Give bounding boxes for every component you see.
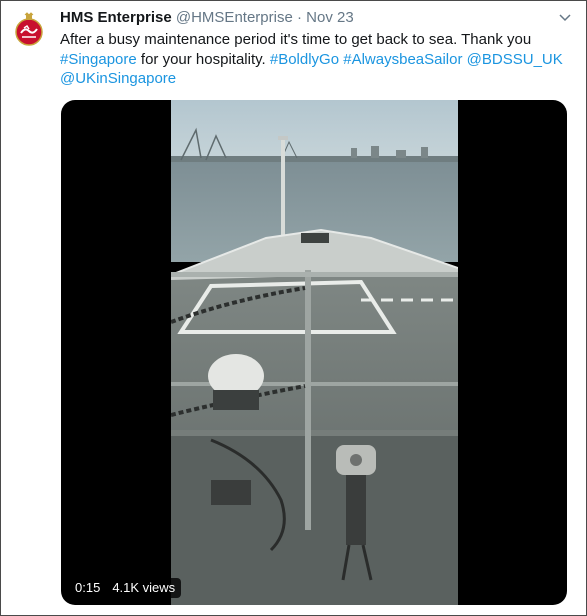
mention-ukinsingapore[interactable]: @UKinSingapore <box>60 70 176 87</box>
tweet-text-mid: for your hospitality. <box>136 50 270 68</box>
hashtag-boldlygo[interactable]: #BoldlyGo <box>270 51 339 68</box>
video-view-count: 4.1K views <box>112 580 176 595</box>
user-handle[interactable]: @HMSEnterprise <box>176 9 293 26</box>
tweet-text: After a busy maintenance period it's tim… <box>60 30 575 89</box>
tweet-text-line1: After a busy maintenance period it's tim… <box>60 31 532 48</box>
hashtag-singapore[interactable]: #Singapore <box>60 51 137 68</box>
avatar[interactable] <box>9 11 49 51</box>
ship-crest-icon <box>15 12 43 46</box>
video-info-badge: 0:15 4.1K views <box>69 578 182 598</box>
tweet-date[interactable]: Nov 23 <box>306 9 354 26</box>
tweet-header: HMS Enterprise @HMSEnterprise · Nov 23 <box>60 9 556 29</box>
video-duration: 0:15 <box>75 580 101 595</box>
mention-bdssu-uk[interactable]: @BDSSU_UK <box>467 51 563 68</box>
video-frame <box>171 100 458 605</box>
hashtag-alwaysbeasailor[interactable]: #AlwaysbeaSailor <box>343 51 462 68</box>
separator: · <box>296 9 302 26</box>
video-player[interactable]: 0:15 4.1K views <box>61 100 567 605</box>
tweet-card: HMS Enterprise @HMSEnterprise · Nov 23 A… <box>0 0 587 616</box>
chevron-down-icon[interactable] <box>558 11 572 25</box>
display-name[interactable]: HMS Enterprise <box>60 9 172 26</box>
